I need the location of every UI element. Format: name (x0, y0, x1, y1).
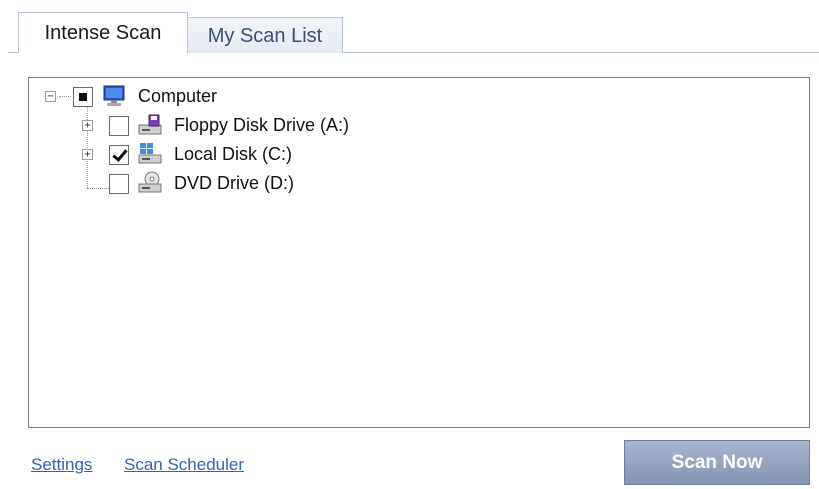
collapse-icon[interactable]: − (45, 91, 56, 102)
tree-node-computer[interactable]: − Computer (29, 84, 329, 110)
settings-link[interactable]: Settings (31, 455, 92, 475)
dvd-drive-icon (138, 171, 162, 193)
computer-checkbox[interactable] (73, 87, 93, 107)
tab-intense-scan[interactable]: Intense Scan (18, 12, 188, 53)
floppy-drive-checkbox[interactable] (109, 116, 129, 136)
tree-node-label: Floppy Disk Drive (A:) (174, 115, 350, 135)
tab-my-scan-list[interactable]: My Scan List (187, 17, 343, 53)
local-disk-icon (138, 143, 162, 164)
scan-tabs: Intense Scan My Scan List (8, 0, 819, 53)
tree-node-label: Computer (138, 86, 218, 106)
tree-node-label: Local Disk (C:) (174, 144, 293, 164)
computer-icon (103, 85, 125, 106)
scan-now-button[interactable]: Scan Now (624, 440, 810, 485)
tree-node-dvd-drive[interactable]: DVD Drive (D:) (29, 171, 429, 197)
dvd-drive-checkbox[interactable] (109, 174, 129, 194)
local-disk-checkbox[interactable] (109, 145, 129, 165)
tree-node-label: DVD Drive (D:) (174, 173, 294, 193)
floppy-drive-icon (138, 114, 162, 135)
tree-node-local-disk[interactable]: + Local Disk (C:) (29, 142, 429, 168)
tree-node-floppy-drive[interactable]: + Floppy Disk Drive (A:) (29, 113, 429, 139)
drive-tree: − Computer + Floppy Disk Drive (A:) + Lo… (28, 77, 810, 428)
expand-icon[interactable]: + (82, 149, 93, 160)
scan-scheduler-link[interactable]: Scan Scheduler (124, 455, 244, 475)
expand-icon[interactable]: + (82, 120, 93, 131)
